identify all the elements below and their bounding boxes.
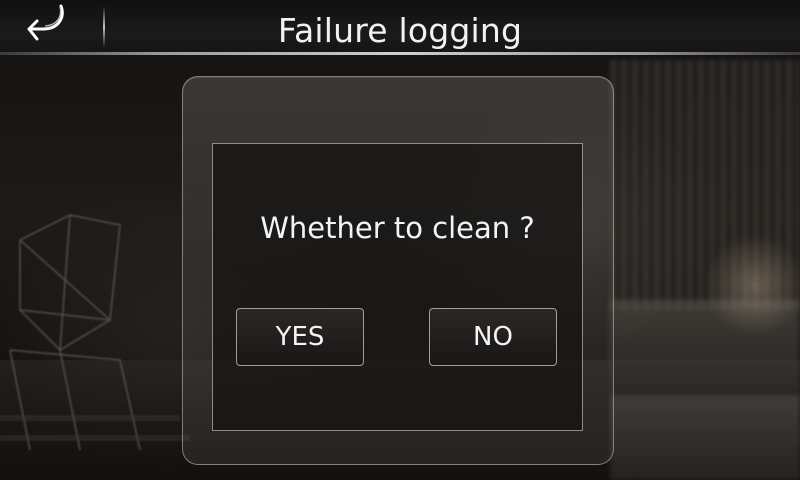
dialog-panel [212, 143, 583, 431]
page-title: Failure logging [277, 11, 523, 50]
no-button[interactable]: NO [429, 308, 557, 366]
screen: Failure logging Whether to clean ? YES N… [0, 0, 800, 480]
header-divider-line [0, 52, 800, 55]
background-lamp [700, 230, 800, 340]
background-wall [610, 60, 800, 310]
background-chair [0, 200, 200, 460]
dialog-message: Whether to clean ? [260, 211, 535, 245]
background-floor-right [610, 395, 800, 480]
background-bed [610, 300, 800, 395]
yes-button[interactable]: YES [236, 308, 364, 366]
